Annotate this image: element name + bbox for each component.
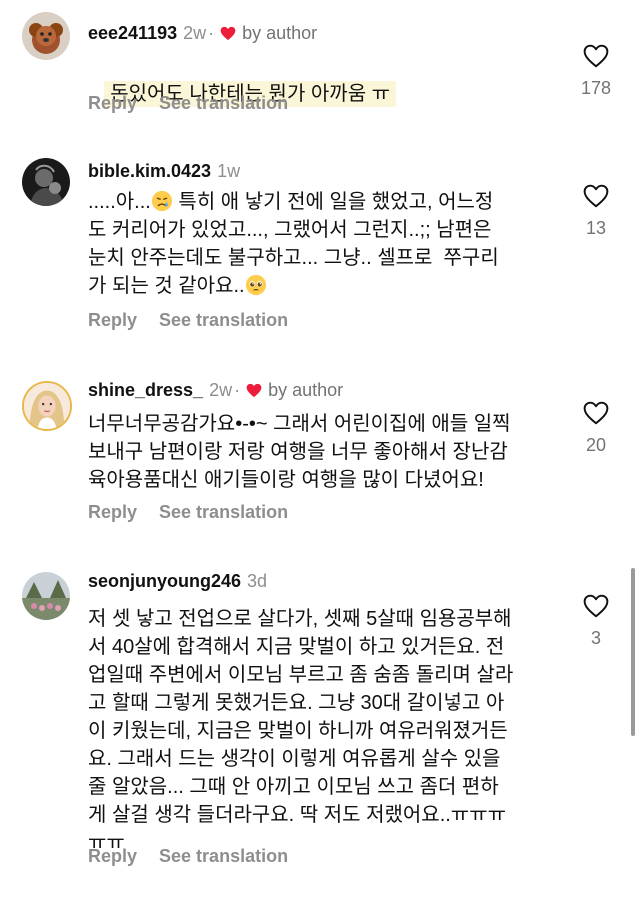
heart-outline-icon[interactable]: [583, 44, 609, 68]
like-count: 178: [580, 78, 612, 98]
heart-outline-icon[interactable]: [583, 184, 609, 208]
comment-age: 1w: [217, 161, 241, 181]
comment-actions: Reply See translation: [88, 845, 288, 867]
heart-outline-icon[interactable]: [583, 594, 609, 618]
like-button[interactable]: 178: [566, 44, 626, 99]
like-count: 13: [585, 218, 607, 238]
comment-header: bible.kim.0423 1w: [88, 160, 240, 182]
like-button[interactable]: 20: [566, 401, 626, 456]
reply-button[interactable]: Reply: [88, 502, 137, 522]
username[interactable]: shine_dress_: [88, 380, 203, 400]
comment-age: 2w: [183, 23, 207, 43]
reply-button[interactable]: Reply: [88, 846, 137, 866]
see-translation-button[interactable]: See translation: [159, 502, 288, 522]
comment-text: 저 셋 낳고 전업으로 살다가, 셋째 5살때 임용공부해 서 40살에 합격해…: [88, 608, 514, 854]
avatar[interactable]: [22, 12, 70, 60]
reply-button[interactable]: Reply: [88, 310, 137, 330]
comment-header: shine_dress_ 2w · by author: [88, 379, 343, 401]
like-count: 3: [590, 628, 601, 648]
scrollbar[interactable]: [631, 568, 635, 736]
like-button[interactable]: 3: [566, 594, 626, 649]
separator-dot: ·: [234, 380, 241, 400]
heart-filled-icon: [246, 383, 262, 398]
avatar[interactable]: [22, 381, 72, 431]
username[interactable]: eee241193: [88, 23, 177, 43]
like-button[interactable]: 13: [566, 184, 626, 239]
comment-actions: Reply See translation: [88, 501, 288, 523]
username[interactable]: bible.kim.0423: [88, 161, 211, 181]
comment-header: eee241193 2w · by author: [88, 22, 317, 44]
avatar[interactable]: [22, 572, 70, 620]
like-count: 20: [585, 435, 607, 455]
see-translation-button[interactable]: See translation: [159, 846, 288, 866]
liked-by-author-label: by author: [268, 380, 344, 400]
comment-text-part: .....아...: [88, 191, 151, 213]
reply-button[interactable]: Reply: [88, 93, 137, 113]
comment-actions: Reply See translation: [88, 309, 288, 331]
username[interactable]: seonjunyoung246: [88, 571, 241, 591]
avatar[interactable]: [22, 158, 70, 206]
pleading-face-emoji: [245, 274, 266, 296]
crying-face-emoji: [151, 190, 172, 212]
heart-outline-icon[interactable]: [583, 401, 609, 425]
comment-text: 너무너무공감가요•-•~ 그래서 어린이집에 애들 일찍 보내구 남편이랑 저랑…: [88, 413, 511, 491]
comment-age: 2w: [209, 380, 233, 400]
separator-dot: ·: [208, 23, 215, 43]
see-translation-button[interactable]: See translation: [159, 310, 288, 330]
comment-text: .....아... 특히 애 낳기 전에 일을 했었고, 어느정 도 커리어가 …: [88, 188, 548, 300]
see-translation-button[interactable]: See translation: [159, 93, 288, 113]
heart-filled-icon: [220, 26, 236, 41]
comment-actions: Reply See translation: [88, 92, 288, 114]
liked-by-author-label: by author: [242, 23, 318, 43]
comment-header: seonjunyoung246 3d: [88, 570, 267, 592]
comment-age: 3d: [247, 571, 268, 591]
